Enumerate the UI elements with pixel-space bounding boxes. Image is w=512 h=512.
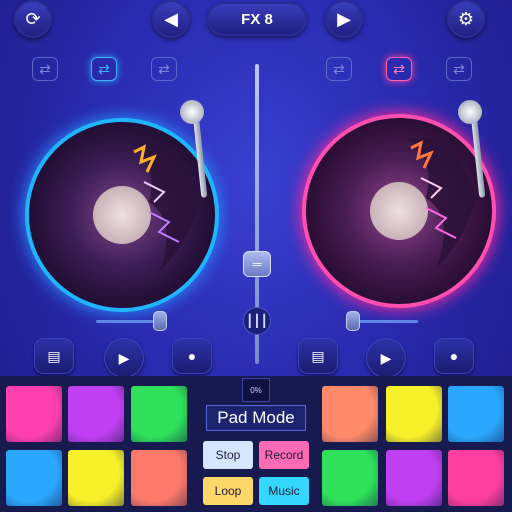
stop-icon: ●	[187, 348, 197, 364]
pad-right-6[interactable]	[448, 450, 504, 506]
loop-icon: ⇄	[158, 60, 170, 77]
music-label: Music	[268, 484, 300, 498]
right-loop-button-2[interactable]: ⇄	[386, 57, 412, 81]
fx-selector[interactable]: FX 8	[207, 2, 307, 36]
next-fx-button[interactable]: ▶	[325, 0, 363, 38]
music-button[interactable]: Music	[259, 477, 309, 505]
pad-left-1[interactable]	[6, 386, 62, 442]
pad-left-4[interactable]	[6, 450, 62, 506]
pad-right-1[interactable]	[322, 386, 378, 442]
pad-right-2[interactable]	[386, 386, 442, 442]
right-tonearm-pivot	[458, 100, 482, 124]
loop-icon: ⇄	[333, 60, 345, 77]
play-icon: ▶	[118, 349, 130, 366]
pad-left-3[interactable]	[131, 386, 187, 442]
pad-mode-text: Pad Mode	[217, 408, 295, 427]
refresh-button[interactable]: ⟳	[14, 0, 52, 38]
center-fader-knob[interactable]: ═	[243, 251, 271, 277]
crossfader-percent: 0%	[242, 378, 270, 402]
left-loop-button-2[interactable]: ⇄	[91, 57, 117, 81]
gear-icon: ⚙	[457, 8, 475, 29]
sd-card-icon: ▤	[47, 347, 61, 364]
triangle-left-icon: ◀	[164, 8, 178, 29]
left-tonearm-pivot	[180, 100, 204, 124]
right-loop-button-1[interactable]: ⇄	[326, 57, 352, 81]
loop-icon: ⇄	[453, 60, 465, 77]
loop-icon: ⇄	[393, 60, 405, 77]
loop-button[interactable]: Loop	[203, 477, 253, 505]
triangle-right-icon: ▶	[337, 8, 351, 29]
right-loop-button-3[interactable]: ⇄	[446, 57, 472, 81]
pad-left-6[interactable]	[131, 450, 187, 506]
pad-mode-label[interactable]: Pad Mode	[206, 405, 306, 431]
stop-button[interactable]: Stop	[203, 441, 253, 469]
pad-right-5[interactable]	[386, 450, 442, 506]
left-stop-button[interactable]: ●	[172, 338, 212, 374]
sd-card-icon: ▤	[311, 347, 325, 364]
grip-icon: ═	[252, 257, 262, 271]
play-icon: ▶	[380, 349, 392, 366]
record-label: Record	[264, 448, 304, 462]
pad-left-5[interactable]	[68, 450, 124, 506]
crossfader-percent-label: 0%	[250, 385, 262, 395]
left-turntable[interactable]	[29, 122, 215, 308]
record-button[interactable]: Record	[259, 441, 309, 469]
pad-left-2[interactable]	[68, 386, 124, 442]
left-play-button[interactable]: ▶	[104, 338, 144, 378]
loop-label: Loop	[214, 484, 242, 498]
left-pitch-slider-knob[interactable]	[153, 311, 167, 331]
left-loop-button-1[interactable]: ⇄	[32, 57, 58, 81]
right-stop-button[interactable]: ●	[434, 338, 474, 374]
fx-label: FX 8	[241, 10, 273, 28]
pad-right-3[interactable]	[448, 386, 504, 442]
pad-right-4[interactable]	[322, 450, 378, 506]
right-pitch-slider-knob[interactable]	[346, 311, 360, 331]
loop-icon: ⇄	[98, 60, 110, 77]
right-turntable[interactable]	[306, 118, 492, 304]
settings-button[interactable]: ⚙	[447, 0, 485, 38]
left-cue-button[interactable]: ▤	[34, 338, 74, 374]
right-play-button[interactable]: ▶	[366, 338, 406, 378]
loop-icon: ⇄	[39, 60, 51, 77]
mixer-eq-button[interactable]: ┃┃┃	[243, 307, 271, 335]
left-loop-button-3[interactable]: ⇄	[151, 57, 177, 81]
prev-fx-button[interactable]: ◀	[152, 0, 190, 38]
stop-icon: ●	[449, 348, 459, 364]
refresh-icon: ⟳	[25, 8, 41, 29]
equalizer-icon: ┃┃┃	[246, 314, 268, 328]
right-cue-button[interactable]: ▤	[298, 338, 338, 374]
right-pitch-slider-track[interactable]	[352, 320, 418, 323]
stop-label: Stop	[215, 448, 241, 462]
left-pitch-slider-track[interactable]	[96, 320, 160, 323]
